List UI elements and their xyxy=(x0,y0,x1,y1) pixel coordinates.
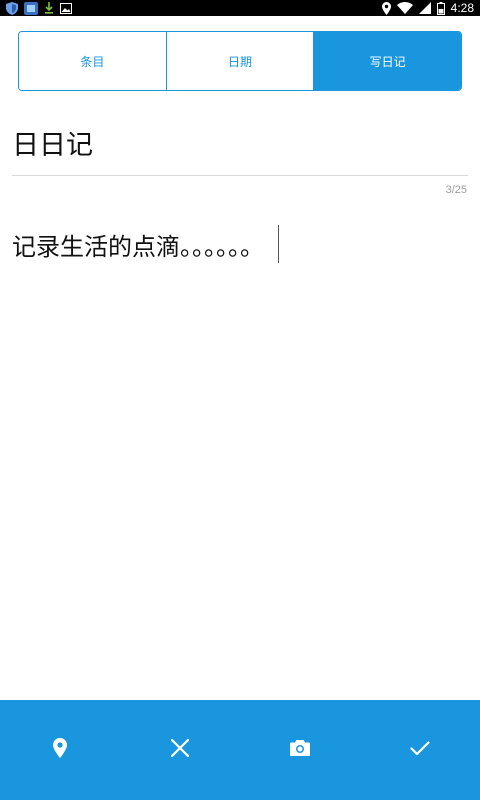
status-left xyxy=(6,0,72,16)
location-icon xyxy=(381,0,391,16)
camera-icon xyxy=(290,740,310,760)
tab-entries[interactable]: 条目 xyxy=(19,32,167,90)
bottom-action-bar xyxy=(0,700,480,800)
tab-write-diary[interactable]: 写日记 xyxy=(314,32,461,90)
title-char-counter: 3/25 xyxy=(445,184,467,196)
status-bar: 4:28 xyxy=(0,0,480,16)
download-icon xyxy=(44,0,54,16)
view-tabs: 条目 日期 写日记 xyxy=(18,31,462,91)
status-time: 4:28 xyxy=(450,1,474,15)
diary-title-text: 日日记 xyxy=(12,130,93,161)
signal-icon xyxy=(418,0,431,16)
diary-body-input[interactable]: 记录生活的点滴。。。。。。 xyxy=(12,222,468,266)
app-icon xyxy=(24,0,38,16)
text-cursor xyxy=(278,225,279,263)
tab-date[interactable]: 日期 xyxy=(166,32,315,90)
shield-icon xyxy=(6,0,18,16)
add-photo-button[interactable] xyxy=(270,720,330,780)
close-icon xyxy=(170,738,190,761)
check-icon xyxy=(410,740,430,760)
discard-button[interactable] xyxy=(150,720,210,780)
status-right: 4:28 xyxy=(381,0,474,16)
add-location-button[interactable] xyxy=(30,720,90,780)
diary-title-input[interactable]: 日日记 xyxy=(12,110,468,176)
save-button[interactable] xyxy=(390,720,450,780)
battery-icon xyxy=(436,0,445,16)
diary-body-text: 记录生活的点滴。。。。。。 xyxy=(12,232,264,261)
wifi-icon xyxy=(396,0,413,16)
image-icon xyxy=(60,0,72,16)
location-pin-icon xyxy=(53,738,67,762)
